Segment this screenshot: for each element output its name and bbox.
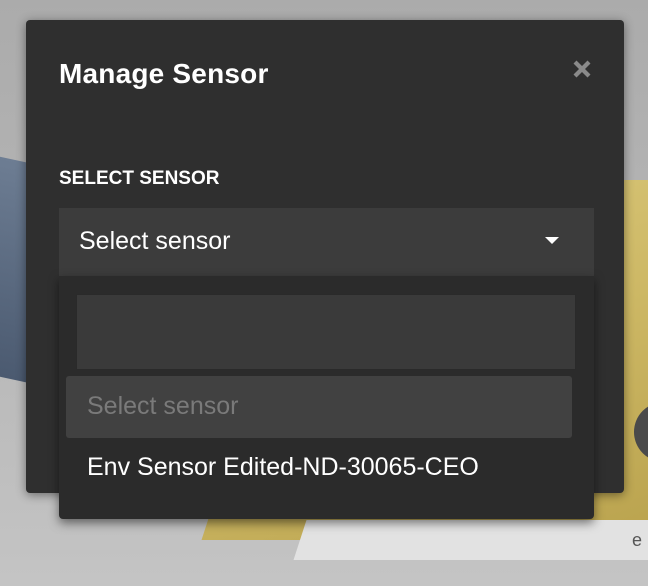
sensor-search-input[interactable]	[76, 294, 576, 370]
option-env-sensor[interactable]: Env Sensor Edited-ND-30065-CEO	[66, 437, 572, 499]
select-sensor-label: SELECT SENSOR	[59, 168, 220, 189]
sensor-select[interactable]: Select sensor	[59, 208, 594, 276]
option-select-sensor[interactable]: Select sensor	[66, 376, 572, 438]
modal-title: Manage Sensor	[59, 58, 269, 89]
sensor-dropdown: Select sensor Env Sensor Edited-ND-30065…	[59, 276, 594, 519]
sensor-select-value: Select sensor	[79, 227, 231, 255]
close-icon[interactable]	[570, 57, 594, 81]
close-icon-glyph	[573, 60, 591, 78]
floor-edge	[293, 520, 648, 560]
background-fragment: e	[632, 530, 643, 550]
caret-down-icon	[545, 237, 559, 244]
